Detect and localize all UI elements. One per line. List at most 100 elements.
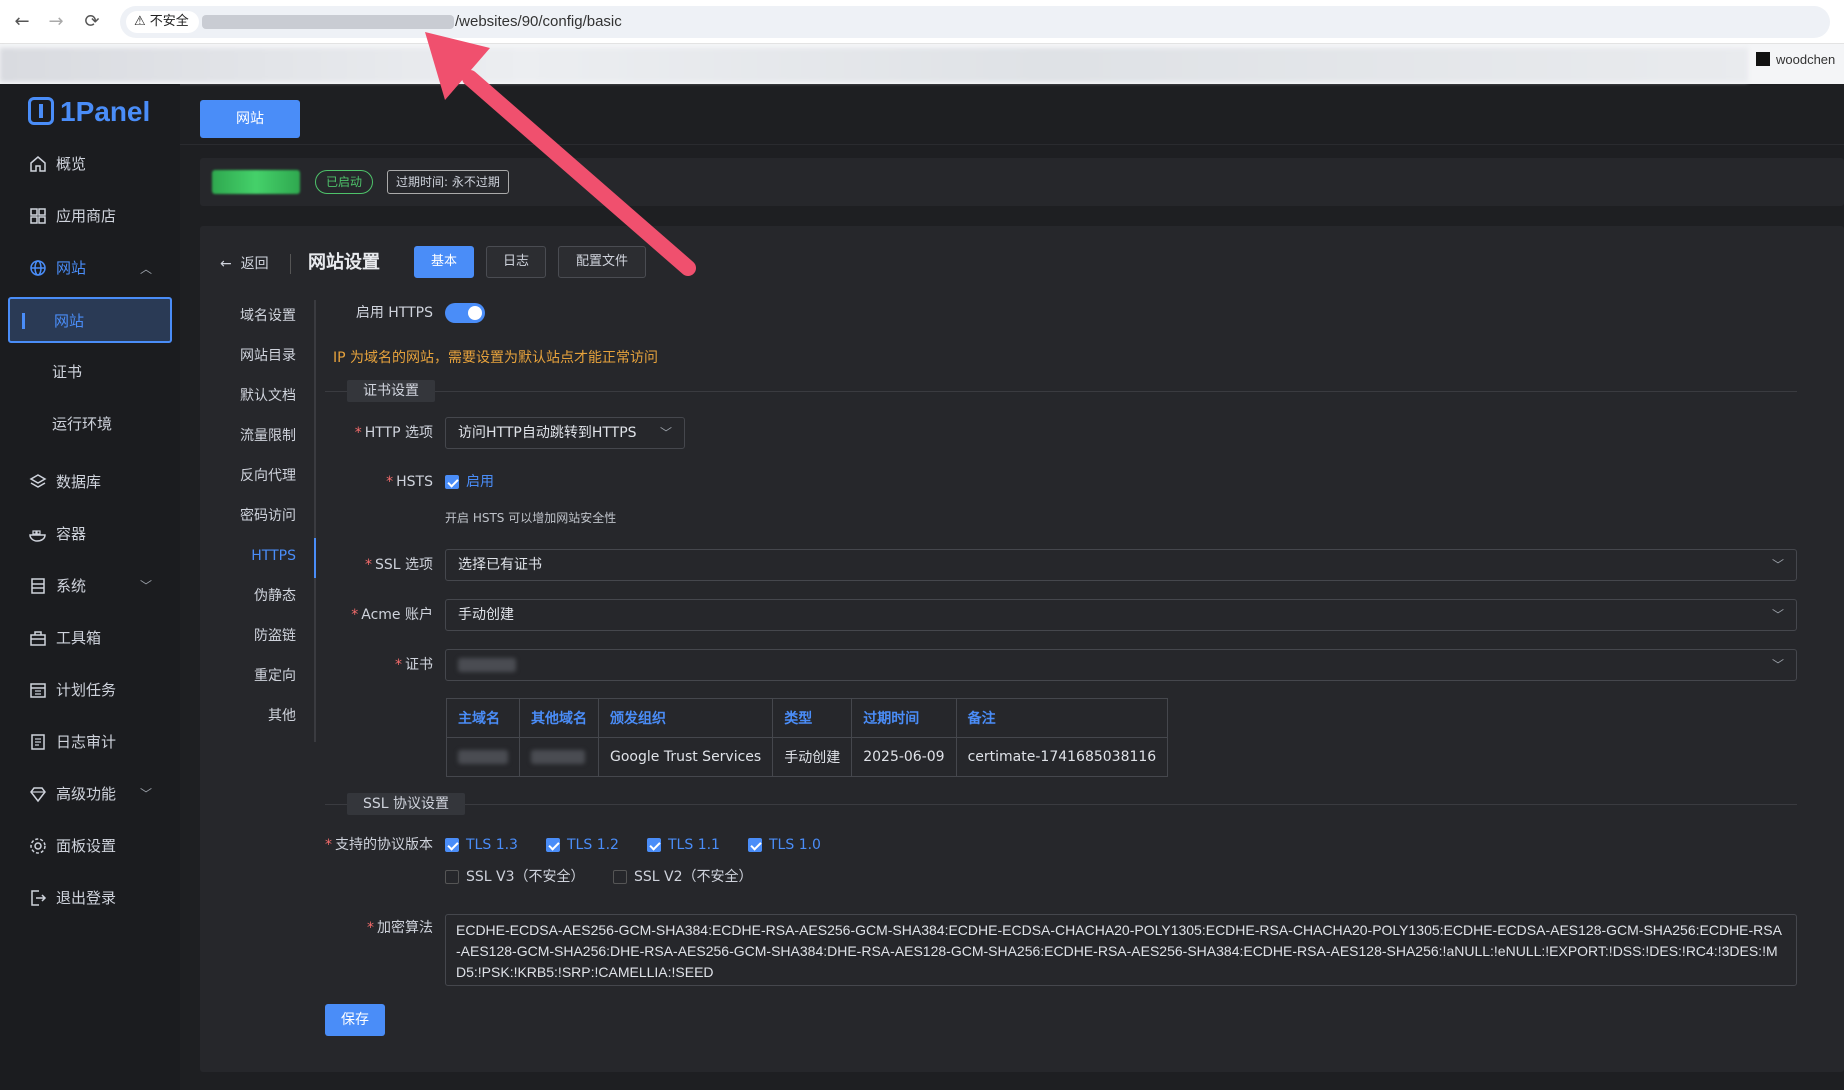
cert-label: * 证书: [300, 649, 433, 681]
sidebar-item-app-store[interactable]: 应用商店: [0, 196, 180, 236]
http-option-label: * HTTP 选项: [300, 417, 433, 449]
sidebar-subitem-websites[interactable]: 网站: [8, 297, 172, 343]
site-status-panel: 已启动 过期时间: 永不过期: [200, 158, 1844, 206]
server-icon: [31, 578, 45, 594]
sidebar-item-advanced[interactable]: 高级功能 ﹀: [0, 774, 180, 814]
cert-select[interactable]: ﹀: [445, 649, 1797, 681]
hsts-hint: 开启 HSTS 可以增加网站安全性: [445, 511, 617, 525]
settings-nav-rewrite[interactable]: 伪静态: [200, 576, 316, 616]
sslv3-checkbox[interactable]: [445, 870, 459, 884]
sidebar-item-containers[interactable]: 容器: [0, 514, 180, 554]
settings-nav-other[interactable]: 其他: [200, 696, 316, 736]
sidebar-item-settings[interactable]: 面板设置: [0, 826, 180, 866]
acme-account-select[interactable]: 手动创建 ﹀: [445, 599, 1797, 631]
sidebar-subitem-runtime[interactable]: 运行环境: [0, 404, 180, 444]
calendar-icon: [30, 683, 46, 698]
table-header: 类型: [772, 698, 853, 738]
settings-nav-hotlink[interactable]: 防盗链: [200, 616, 316, 656]
settings-nav-rate-limit[interactable]: 流量限制: [200, 416, 316, 456]
sslv2-label[interactable]: SSL V2（不安全）: [634, 867, 753, 887]
tls12-label[interactable]: TLS 1.2: [567, 835, 619, 855]
sidebar-item-label: 高级功能: [56, 785, 117, 803]
hsts-checkbox[interactable]: [445, 475, 459, 489]
table-header-row: 主域名 其他域名 颁发组织 类型 过期时间 备注: [446, 698, 1169, 738]
tab-config-file[interactable]: 配置文件: [558, 246, 646, 278]
settings-nav-redirect[interactable]: 重定向: [200, 656, 316, 696]
settings-nav-auth[interactable]: 密码访问: [200, 496, 316, 536]
forward-arrow-icon[interactable]: →: [44, 10, 68, 34]
primary-domain-redacted: [458, 750, 508, 764]
save-button[interactable]: 保存: [325, 1004, 385, 1036]
http-option-label-text: HTTP 选项: [364, 425, 433, 441]
bookmark-bar: [0, 44, 1844, 84]
settings-nav-https[interactable]: HTTPS: [200, 536, 316, 576]
profile-name: woodchen: [1776, 52, 1836, 67]
hsts-checkbox-label[interactable]: 启用: [466, 472, 494, 492]
back-arrow-icon: ←: [220, 256, 232, 272]
gear-icon: [30, 838, 46, 854]
sidebar-subitem-certificates[interactable]: 证书: [0, 352, 180, 392]
other-domains-redacted: [531, 750, 585, 764]
sslv2-checkbox[interactable]: [613, 870, 627, 884]
website-settings-card: ← 返回 网站设置 基本 日志 配置文件 域名设置 网站目录 默认文档 流量限制…: [200, 226, 1844, 1072]
sidebar-item-database[interactable]: 数据库: [0, 462, 180, 502]
settings-nav-directory[interactable]: 网站目录: [200, 336, 316, 376]
sidebar-item-websites[interactable]: 网站 ﹀: [0, 248, 180, 288]
tab-logs[interactable]: 日志: [486, 246, 546, 278]
sslv3-label[interactable]: SSL V3（不安全）: [466, 867, 585, 887]
http-option-value: 访问HTTP自动跳转到HTTPS: [458, 425, 637, 441]
profile-chip[interactable]: woodchen: [1756, 50, 1835, 70]
cipher-textarea[interactable]: ECDHE-ECDSA-AES256-GCM-SHA384:ECDHE-RSA-…: [445, 914, 1797, 986]
url-path[interactable]: /websites/90/config/basic: [455, 12, 622, 32]
tls10-checkbox[interactable]: [748, 838, 762, 852]
sidebar-item-overview[interactable]: 概览: [0, 144, 180, 184]
sidebar-subitem-label: 网站: [54, 312, 85, 330]
table-cell-other-domains: [519, 737, 599, 777]
settings-nav-default-doc[interactable]: 默认文档: [200, 376, 316, 416]
back-button[interactable]: ← 返回: [220, 252, 269, 276]
back-arrow-icon[interactable]: ←: [10, 10, 34, 34]
ssl-option-select[interactable]: 选择已有证书 ﹀: [445, 549, 1797, 581]
sidebar-item-logs[interactable]: 日志审计: [0, 722, 180, 762]
tls10-label[interactable]: TLS 1.0: [769, 835, 821, 855]
tls13-checkbox[interactable]: [445, 838, 459, 852]
sidebar-item-label: 计划任务: [56, 681, 117, 699]
tls13-label[interactable]: TLS 1.3: [466, 835, 518, 855]
tab-websites[interactable]: 网站: [200, 100, 300, 138]
acme-label: * Acme 账户: [300, 599, 433, 631]
chevron-down-icon: ﹀: [140, 579, 153, 593]
sidebar-item-system[interactable]: 系统 ﹀: [0, 566, 180, 606]
table-header: 其他域名: [519, 698, 599, 738]
sidebar-item-logout[interactable]: 退出登录: [0, 878, 180, 918]
tab-basic[interactable]: 基本: [414, 246, 474, 278]
tls11-checkbox[interactable]: [647, 838, 661, 852]
ssl-option-label-text: SSL 选项: [374, 557, 433, 573]
logout-icon: [31, 890, 47, 906]
tls11-label[interactable]: TLS 1.1: [668, 835, 720, 855]
insecure-badge[interactable]: ⚠ 不安全: [126, 11, 199, 33]
sidebar-item-cron[interactable]: 计划任务: [0, 670, 180, 710]
ssl-option-value: 选择已有证书: [458, 557, 542, 573]
logo-text: 1Panel: [60, 96, 151, 127]
chevron-up-icon: ﹀: [140, 261, 153, 275]
settings-nav-reverse-proxy[interactable]: 反向代理: [200, 456, 316, 496]
tls12-checkbox[interactable]: [546, 838, 560, 852]
acme-label-text: Acme 账户: [361, 607, 433, 623]
http-option-select[interactable]: 访问HTTP自动跳转到HTTPS ﹀: [445, 417, 685, 449]
active-indicator: [22, 313, 25, 329]
https-toggle[interactable]: [445, 303, 485, 323]
settings-nav-domains[interactable]: 域名设置: [200, 296, 316, 336]
table-cell-issuer: Google Trust Services: [597, 737, 774, 777]
required-mark: *: [386, 474, 394, 490]
chevron-down-icon: ﹀: [1771, 658, 1784, 672]
sidebar-item-toolbox[interactable]: 工具箱: [0, 618, 180, 658]
app-logo[interactable]: 1Panel: [28, 92, 150, 132]
required-mark: *: [395, 657, 402, 673]
table-cell-remark: certimate-1741685038116: [955, 737, 1169, 777]
reload-icon[interactable]: ⟳: [80, 10, 104, 34]
diamond-icon: [30, 787, 46, 803]
address-bar[interactable]: ⚠ 不安全 /websites/90/config/basic: [120, 6, 1830, 38]
sidebar-item-label: 退出登录: [56, 889, 117, 907]
globe-icon: [30, 260, 46, 276]
https-label: 启用 HTTPS: [355, 305, 433, 321]
